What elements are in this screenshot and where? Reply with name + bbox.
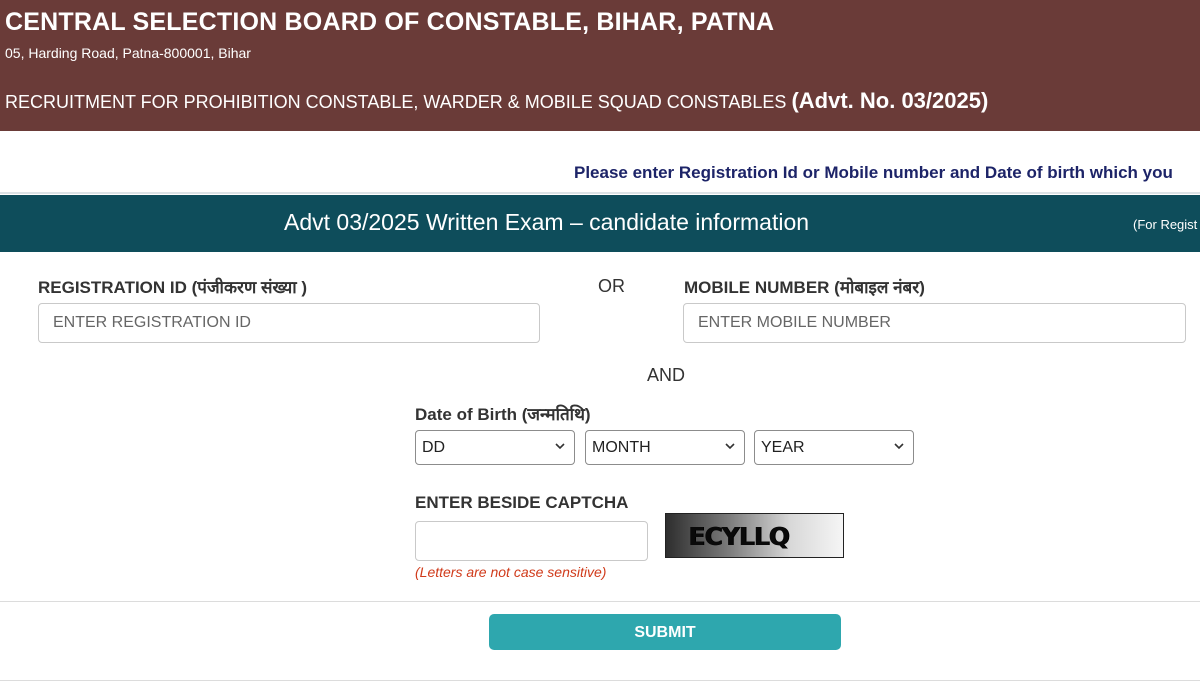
chevron-down-icon — [555, 443, 565, 450]
form-banner: Advt 03/2025 Written Exam – candidate in… — [0, 195, 1200, 252]
dob-day-value: DD — [422, 439, 446, 456]
submit-button[interactable]: SUBMIT — [489, 614, 841, 650]
mobile-label: MOBILE NUMBER (मोबाइल नंबर) — [684, 278, 925, 297]
instruction-text: Please enter Registration Id or Mobile n… — [574, 163, 1173, 182]
dob-month-value: MONTH — [592, 439, 651, 456]
dob-month-select[interactable]: MONTH — [585, 430, 745, 465]
captcha-text: ECYLLQ — [688, 522, 790, 551]
banner-note: (For Regist — [1133, 217, 1198, 232]
captcha-label: ENTER BESIDE CAPTCHA — [415, 493, 629, 512]
divider — [0, 192, 1200, 194]
recruitment-text: RECRUITMENT FOR PROHIBITION CONSTABLE, W… — [5, 92, 787, 112]
or-text: OR — [598, 276, 625, 296]
dob-year-value: YEAR — [761, 439, 805, 456]
site-header: CENTRAL SELECTION BOARD OF CONSTABLE, BI… — [0, 0, 1200, 131]
dob-label: Date of Birth (जन्मतिथि) — [415, 405, 591, 424]
recruitment-heading: RECRUITMENT FOR PROHIBITION CONSTABLE, W… — [5, 88, 988, 114]
and-text: AND — [647, 365, 686, 385]
divider — [0, 601, 1200, 602]
captcha-image: ECYLLQ — [665, 513, 844, 558]
registration-id-input[interactable] — [38, 303, 540, 343]
dob-year-select[interactable]: YEAR — [754, 430, 914, 465]
chevron-down-icon — [725, 443, 735, 450]
mobile-number-input[interactable] — [683, 303, 1186, 343]
advt-number: (Advt. No. 03/2025) — [791, 88, 989, 113]
captcha-hint: (Letters are not case sensitive) — [415, 564, 607, 580]
banner-title: Advt 03/2025 Written Exam – candidate in… — [284, 209, 810, 235]
divider — [0, 680, 1200, 681]
dob-day-select[interactable]: DD — [415, 430, 575, 465]
board-address: 05, Harding Road, Patna-800001, Bihar — [5, 45, 251, 61]
captcha-input[interactable] — [415, 521, 648, 561]
registration-label: REGISTRATION ID (पंजीकरण संख्या ) — [38, 278, 308, 297]
chevron-down-icon — [894, 443, 904, 450]
board-title: CENTRAL SELECTION BOARD OF CONSTABLE, BI… — [5, 8, 775, 36]
